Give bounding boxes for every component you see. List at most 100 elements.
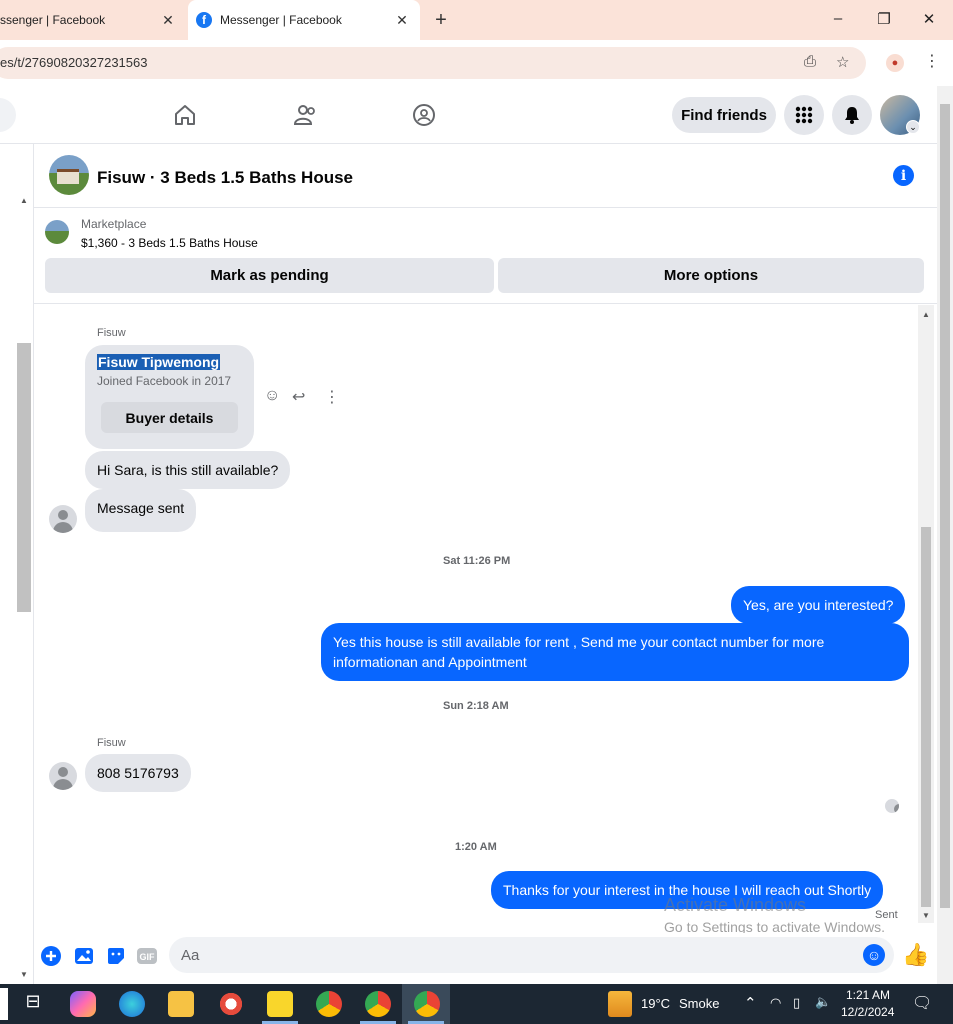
notification-center-icon[interactable]: 🗨 [912,993,932,1013]
menu-grid-button[interactable] [784,95,824,135]
tab-title: ssenger | Facebook [0,13,106,27]
show-hidden-icons-chevron-icon[interactable]: ⌃ [744,994,757,1012]
joined-text: Joined Facebook in 2017 [97,374,232,388]
chrome-profile-b-icon[interactable] [365,991,391,1017]
mark-as-pending-button[interactable]: Mark as pending [45,258,494,293]
browser-menu-icon[interactable]: ⋮ [924,51,940,71]
tab-messenger-active[interactable]: f Messenger | Facebook ✕ [188,0,420,40]
timestamp: Sun 2:18 AM [443,700,509,712]
message-bubble-outgoing[interactable]: Yes this house is still available for re… [321,623,909,681]
find-friends-button[interactable]: Find friends [672,97,776,133]
volume-icon[interactable]: 🔈 [815,994,831,1010]
chat-scroll-up-icon[interactable]: ▲ [922,310,930,319]
sticky-notes-icon[interactable] [267,991,293,1017]
groups-icon[interactable] [411,102,437,128]
tab-close-icon[interactable]: ✕ [158,12,178,29]
plus-circle-icon [41,946,61,966]
listing-price-title[interactable]: $1,360 - 3 Beds 1.5 Baths House [81,236,258,250]
sticker-icon [108,948,124,964]
attach-photo-button[interactable] [73,945,95,967]
windows-taskbar: ⊟ 19°C Smoke ⌃ ◠ ▯ 🔈 1:21 AM 12/2/2024 🗨 [0,984,953,1024]
scroll-up-arrow-icon[interactable]: ▲ [20,196,28,205]
battery-icon[interactable]: ▯ [793,995,800,1011]
gif-button[interactable]: GIF [136,945,158,967]
edge-browser-icon[interactable] [119,991,145,1017]
grid-icon [795,106,813,124]
url-text[interactable]: es/t/27690820327231563 [0,55,147,70]
weather-icon[interactable] [608,991,632,1017]
activation-watermark-title: Activate Windows [664,895,807,915]
buyer-name[interactable]: Fisuw Tipwemong [97,354,221,370]
chrome-profile-c-icon[interactable] [414,991,440,1017]
info-icon[interactable]: i [893,165,914,186]
facebook-top-nav: Find friends ⌄ [0,86,937,144]
close-window-button[interactable]: ✕ [919,10,939,28]
sticker-button[interactable] [105,945,127,967]
sender-name: Fisuw [97,327,126,339]
read-receipt-avatar [885,799,899,813]
clock-date[interactable]: 12/2/2024 [841,1005,894,1019]
scroll-down-arrow-icon[interactable]: ▼ [20,970,28,979]
svg-text:GIF: GIF [140,952,156,962]
listing-small-thumbnail [45,220,69,244]
marketplace-label: Marketplace [81,217,147,231]
buyer-profile-card: Fisuw Tipwemong Joined Facebook in 2017 … [85,345,254,449]
file-explorer-icon[interactable] [168,991,194,1017]
message-bubble-incoming[interactable]: 808 5176793 [85,754,191,792]
reply-icon[interactable]: ↩ [292,387,305,407]
search-box-partial[interactable] [0,98,16,132]
weather-desc[interactable]: Smoke [679,996,719,1011]
task-view-icon[interactable]: ⊟ [20,991,46,1017]
emoji-picker-icon[interactable]: ☺ [863,944,885,966]
new-tab-button[interactable]: + [430,9,452,32]
page-scrollbar-thumb[interactable] [940,104,950,908]
message-bubble-incoming[interactable]: Hi Sara, is this still available? [85,451,291,489]
sender-avatar[interactable] [49,762,77,790]
minimize-button[interactable]: – [828,10,848,27]
sender-avatar[interactable] [49,505,77,533]
message-bubble-incoming[interactable]: Message sent [85,489,197,532]
bell-icon [845,107,859,124]
home-icon[interactable] [172,102,198,128]
message-input[interactable] [169,937,894,973]
tab-messenger-inactive[interactable]: ssenger | Facebook ✕ [0,0,186,40]
chat-scroll-down-icon[interactable]: ▼ [922,911,930,920]
address-bar-row: es/t/27690820327231563 ⎙ ☆ [0,40,953,86]
react-emoji-icon[interactable]: ☺ [264,387,280,405]
more-actions-icon[interactable]: ⋮ [324,387,340,407]
paint-app-icon[interactable] [218,991,244,1017]
start-edge-partial[interactable] [0,988,8,1020]
notifications-button[interactable] [832,95,872,135]
copilot-icon[interactable] [70,991,96,1017]
tab-close-icon[interactable]: ✕ [392,12,412,29]
clock-time[interactable]: 1:21 AM [846,988,890,1002]
buyer-details-button[interactable]: Buyer details [101,402,238,433]
bookmark-star-icon[interactable]: ☆ [836,53,849,71]
timestamp: 1:20 AM [455,841,497,853]
facebook-favicon-icon: f [196,12,212,28]
thumbs-up-icon[interactable]: 👍 [902,942,929,968]
timestamp: Sat 11:26 PM [443,555,511,567]
add-actions-button[interactable] [40,945,62,967]
chevron-down-icon[interactable]: ⌄ [906,120,920,134]
message-composer: GIF ☺ 👍 [34,933,937,984]
chat-scrollbar-thumb[interactable] [921,527,931,907]
browser-profile-icon[interactable]: ● [886,54,904,72]
message-bubble-outgoing[interactable]: Yes, are you interested? [731,586,906,624]
message-thread: Fisuw Fisuw Tipwemong Joined Facebook in… [34,305,937,933]
weather-temp[interactable]: 19°C [641,996,670,1011]
listing-thumbnail[interactable] [49,155,89,195]
left-scrollbar-thumb[interactable] [17,343,31,612]
more-options-button[interactable]: More options [498,258,924,293]
conversation-header: Fisuw · 3 Beds 1.5 Baths House i [34,144,937,208]
tab-title: Messenger | Facebook [220,13,342,27]
chrome-profile-a-icon[interactable] [316,991,342,1017]
friends-icon[interactable] [292,102,318,128]
wifi-icon[interactable]: ◠ [770,995,781,1011]
marketplace-banner: Marketplace $1,360 - 3 Beds 1.5 Baths Ho… [34,208,937,304]
conversation-title[interactable]: Fisuw · 3 Beds 1.5 Baths House [97,168,353,188]
restore-button[interactable]: ❐ [874,10,894,28]
install-app-icon[interactable]: ⎙ [804,53,816,70]
gif-icon: GIF [137,948,157,964]
sender-name: Fisuw [97,737,126,749]
